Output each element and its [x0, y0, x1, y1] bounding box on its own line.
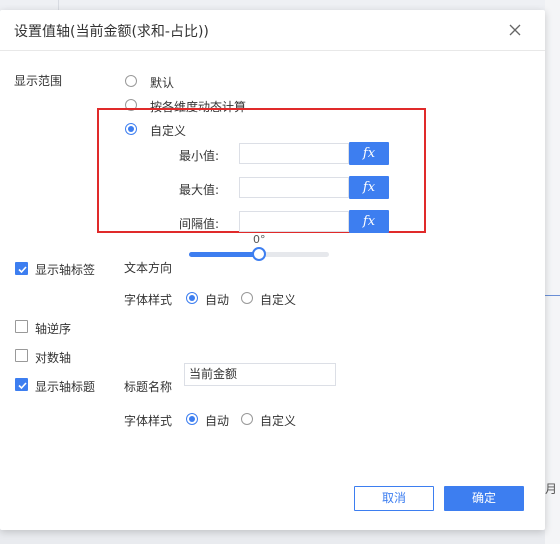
axis-label-font-custom-label: 自定义 — [260, 293, 297, 307]
axis-title-font-auto-radio[interactable] — [186, 413, 198, 425]
background-bottom-strip — [0, 530, 545, 544]
axis-title-font-custom-radio[interactable] — [241, 413, 253, 425]
background-month-label: 月 — [545, 482, 558, 496]
background-chart-area — [545, 0, 560, 544]
min-value-label: 最小值: — [179, 149, 220, 163]
dialog-title: 设置值轴(当前金额(求和-占比)) — [14, 24, 209, 40]
max-fx-button[interactable]: fx — [349, 176, 389, 199]
axis-title-font-custom-label: 自定义 — [260, 414, 297, 428]
radio-custom[interactable] — [125, 123, 137, 135]
interval-value-input[interactable] — [239, 211, 349, 232]
background-axis-line — [545, 295, 560, 296]
axis-title-font-style-label: 字体样式 — [124, 414, 173, 428]
radio-custom-label: 自定义 — [150, 124, 187, 138]
axis-label-font-auto-radio[interactable] — [186, 292, 198, 304]
close-icon[interactable] — [505, 20, 525, 40]
confirm-button[interactable]: 确定 — [444, 486, 524, 511]
max-value-input[interactable] — [239, 177, 349, 198]
text-direction-slider-handle[interactable] — [252, 247, 266, 261]
axis-title-font-auto-label: 自动 — [205, 414, 230, 428]
title-name-label: 标题名称 — [124, 380, 173, 394]
axis-label-font-auto-label: 自动 — [205, 293, 230, 307]
dialog-header: 设置值轴(当前金额(求和-占比)) — [0, 10, 545, 51]
show-axis-labels-label: 显示轴标签 — [35, 263, 96, 277]
cancel-button[interactable]: 取消 — [354, 486, 434, 511]
log-axis-label: 对数轴 — [35, 351, 72, 365]
title-name-input[interactable]: 当前金额 — [184, 363, 336, 386]
display-range-label: 显示范围 — [14, 74, 63, 88]
reverse-axis-label: 轴逆序 — [35, 322, 72, 336]
radio-default-label: 默认 — [150, 76, 175, 90]
max-value-label: 最大值: — [179, 183, 220, 197]
axis-label-font-custom-radio[interactable] — [241, 292, 253, 304]
text-direction-label: 文本方向 — [124, 261, 173, 275]
min-fx-button[interactable]: fx — [349, 142, 389, 165]
show-axis-title-checkbox[interactable] — [15, 378, 28, 391]
radio-default[interactable] — [125, 75, 137, 87]
log-axis-checkbox[interactable] — [15, 349, 28, 362]
min-value-input[interactable] — [239, 143, 349, 164]
axis-label-font-style-label: 字体样式 — [124, 293, 173, 307]
interval-value-label: 间隔值: — [179, 217, 220, 231]
show-axis-title-label: 显示轴标题 — [35, 380, 96, 394]
text-direction-slider-fill — [189, 252, 259, 257]
interval-fx-button[interactable]: fx — [349, 210, 389, 233]
angle-readout: 0° — [253, 233, 266, 246]
reverse-axis-checkbox[interactable] — [15, 320, 28, 333]
show-axis-labels-checkbox[interactable] — [15, 262, 28, 275]
